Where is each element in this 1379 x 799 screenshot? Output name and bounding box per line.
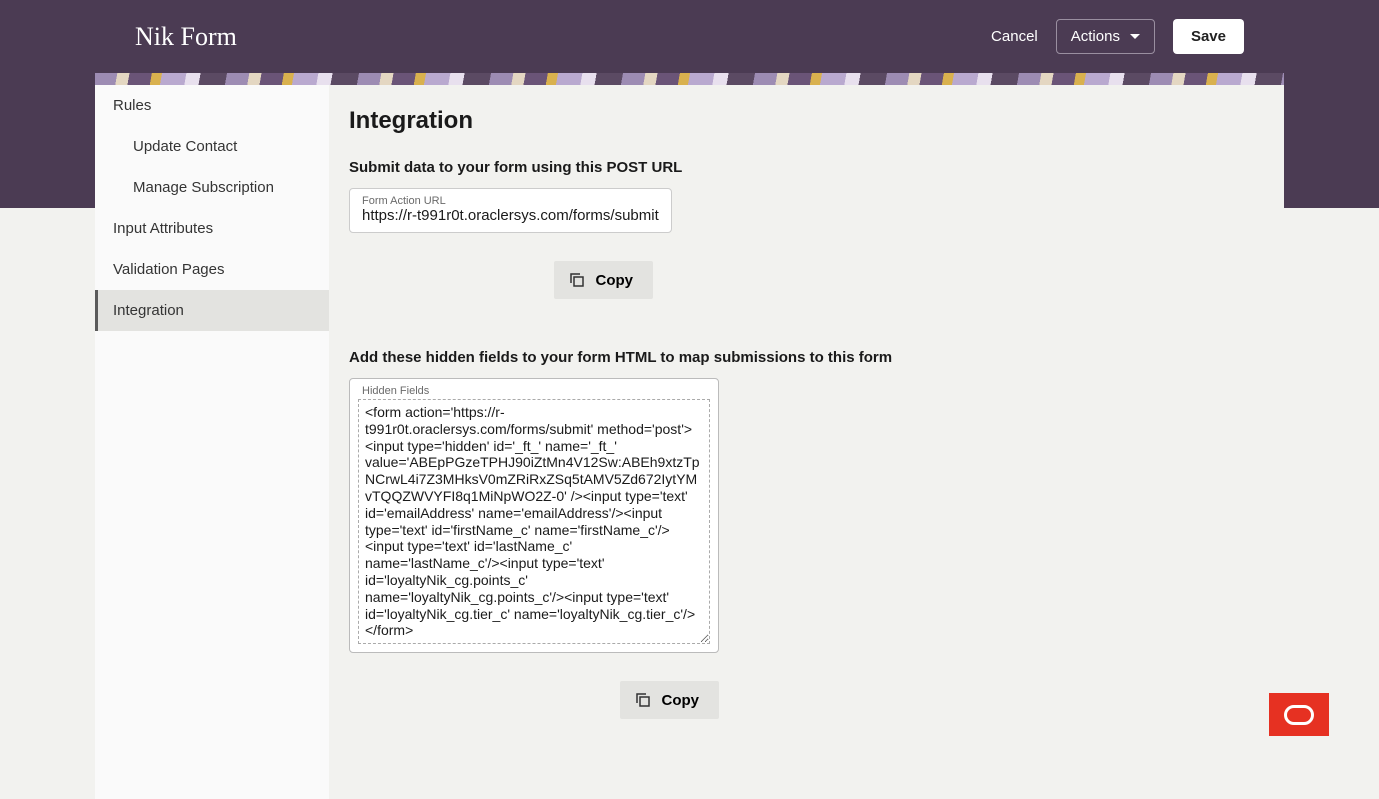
- hidden-fields-label: Hidden Fields: [358, 385, 710, 397]
- content-area: Integration Submit data to your form usi…: [329, 85, 1284, 799]
- hidden-fields-heading: Add these hidden fields to your form HTM…: [349, 349, 1254, 366]
- url-section-heading: Submit data to your form using this POST…: [349, 159, 1254, 176]
- copy-url-label: Copy: [596, 272, 634, 289]
- sidebar-item-manage-subscription[interactable]: Manage Subscription: [95, 167, 329, 208]
- chevron-down-icon: [1130, 34, 1140, 39]
- copy-url-button[interactable]: Copy: [554, 261, 654, 299]
- sidebar-item-update-contact[interactable]: Update Contact: [95, 126, 329, 167]
- actions-dropdown-button[interactable]: Actions: [1056, 19, 1155, 54]
- sidebar-item-integration[interactable]: Integration: [95, 290, 329, 331]
- decorative-strip: [95, 73, 1284, 85]
- page-title: Nik Form: [135, 22, 237, 52]
- save-button[interactable]: Save: [1173, 19, 1244, 54]
- main-panel: Rules Update Contact Manage Subscription…: [95, 85, 1284, 799]
- content-title: Integration: [349, 107, 1254, 135]
- cancel-button[interactable]: Cancel: [991, 28, 1038, 45]
- app-header: Nik Form Cancel Actions Save: [0, 0, 1379, 73]
- copy-icon: [634, 691, 652, 709]
- sidebar-item-input-attributes[interactable]: Input Attributes: [95, 208, 329, 249]
- oracle-o-icon: [1284, 705, 1314, 725]
- oracle-logo-badge[interactable]: [1269, 693, 1329, 736]
- sidebar: Rules Update Contact Manage Subscription…: [95, 85, 329, 799]
- form-action-url-value: https://r-t991r0t.oraclersys.com/forms/s…: [362, 207, 659, 224]
- hidden-fields-value: <form action='https://r-t991r0t.oraclers…: [365, 404, 703, 639]
- form-action-url-field[interactable]: Form Action URL https://r-t991r0t.oracle…: [349, 188, 672, 233]
- form-action-url-label: Form Action URL: [362, 195, 659, 207]
- hidden-fields-textarea[interactable]: <form action='https://r-t991r0t.oraclers…: [358, 399, 710, 644]
- sidebar-item-validation-pages[interactable]: Validation Pages: [95, 249, 329, 290]
- copy-hidden-label: Copy: [662, 692, 700, 709]
- header-actions: Cancel Actions Save: [991, 19, 1244, 54]
- hidden-fields-box[interactable]: Hidden Fields <form action='https://r-t9…: [349, 378, 719, 653]
- sidebar-item-rules[interactable]: Rules: [95, 85, 329, 126]
- actions-label: Actions: [1071, 28, 1120, 45]
- copy-icon: [568, 271, 586, 289]
- copy-hidden-fields-button[interactable]: Copy: [620, 681, 720, 719]
